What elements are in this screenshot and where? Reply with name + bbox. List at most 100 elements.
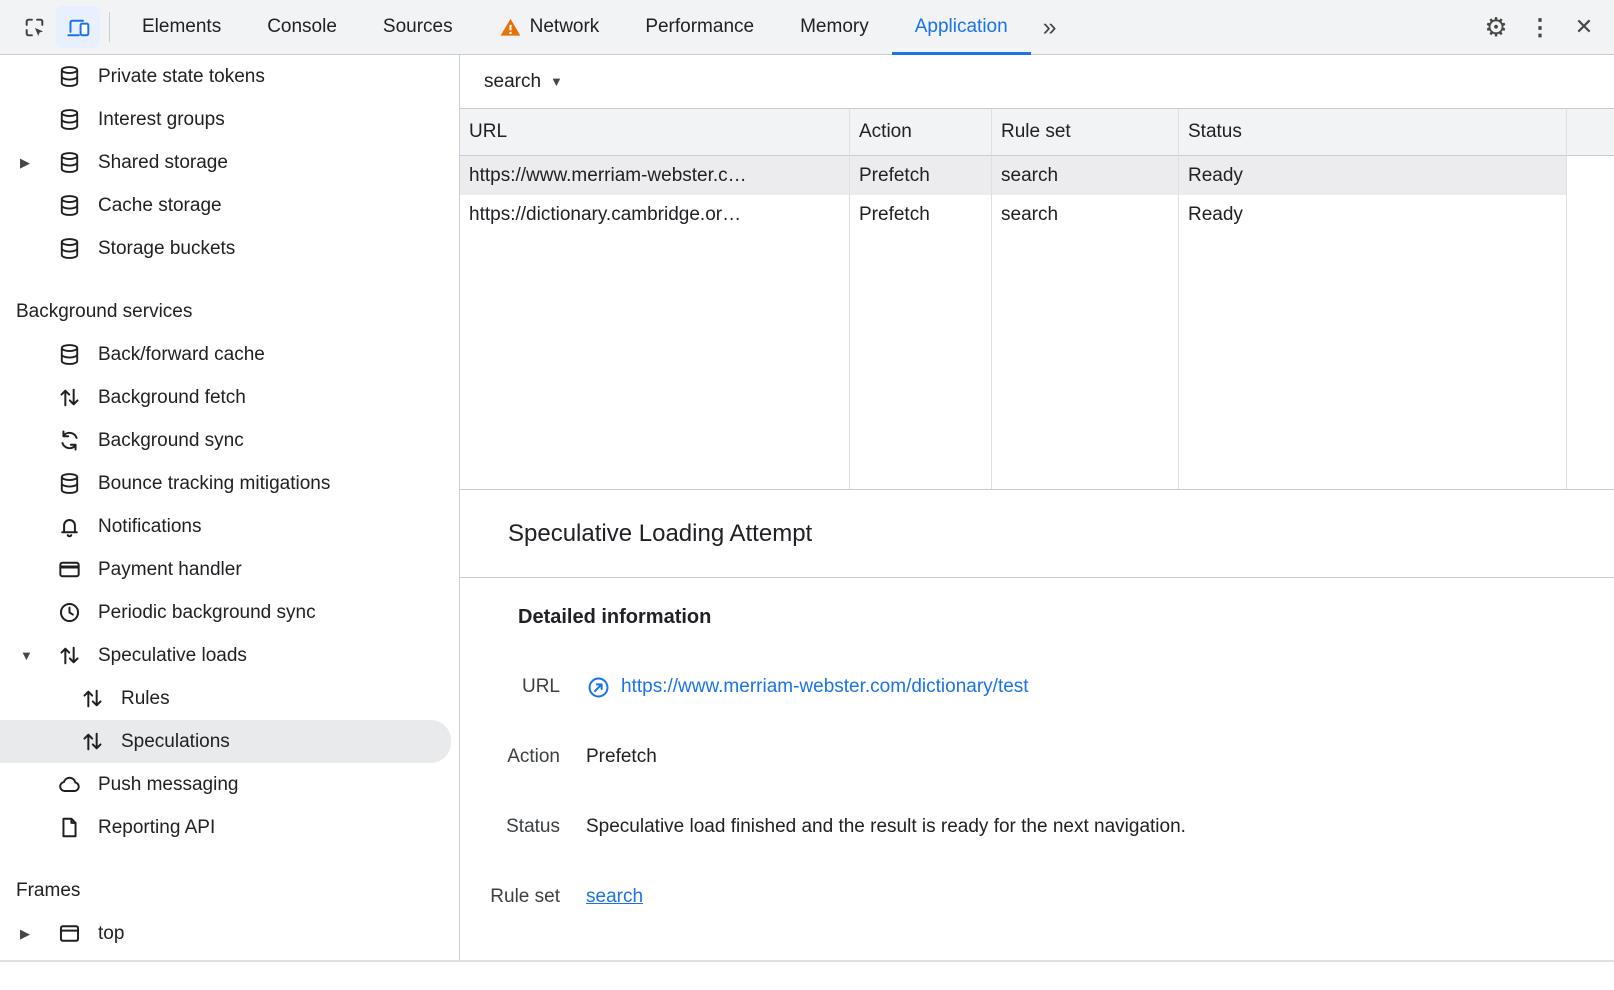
device-toolbar-icon <box>66 15 91 40</box>
attempt-details: Detailed information URL https://www.mer… <box>460 578 1614 960</box>
table-row-cell-status[interactable]: Ready <box>1179 156 1567 195</box>
sidebar-item-back-forward-cache[interactable]: Back/forward cache <box>0 333 451 376</box>
tab-label: Console <box>267 16 337 38</box>
sidebar-item-speculations[interactable]: Speculations <box>0 720 451 763</box>
tab-label: Memory <box>800 16 869 38</box>
speculations-table: URL Action Rule set Status https://www.m… <box>460 108 1614 490</box>
panel-tabs: Elements Console Sources Network Perform… <box>119 0 1069 55</box>
sidebar-item-speculative-loads[interactable]: ▼ Speculative loads <box>0 634 451 677</box>
column-header-filler <box>1567 109 1614 156</box>
sidebar-item-background-fetch[interactable]: Background fetch <box>0 376 451 419</box>
column-header-status: Status <box>1179 109 1567 156</box>
ruleset-filter-value: search <box>484 71 541 93</box>
table-row-cell-action[interactable]: Prefetch <box>850 195 992 234</box>
three-dot-menu-icon: ⋮ <box>1529 14 1552 41</box>
more-tabs-chevron-icon: » <box>1043 13 1057 42</box>
table-row-cell-action[interactable]: Prefetch <box>850 156 992 195</box>
tab-label: Network <box>530 16 600 38</box>
application-panel-body: Private state tokens Interest groups ▶ S… <box>0 55 1614 962</box>
more-tabs-button[interactable]: » <box>1031 0 1069 55</box>
attempt-section-title: Speculative Loading Attempt <box>460 490 1614 578</box>
sidebar-item-notifications[interactable]: Notifications <box>0 505 451 548</box>
sidebar-item-label: Rules <box>121 688 170 710</box>
sync-icon <box>57 428 82 453</box>
table-empty-area <box>1567 234 1614 489</box>
table-row-cell-url[interactable]: https://www.merriam-webster.c… <box>460 156 850 195</box>
open-url-icon[interactable] <box>586 675 611 700</box>
sidebar-item-top-frame[interactable]: ▶ top <box>0 912 451 955</box>
network-warning-icon <box>499 16 522 39</box>
tab-elements[interactable]: Elements <box>119 0 244 55</box>
sidebar-item-label: Back/forward cache <box>98 344 265 366</box>
sidebar-item-label: Interest groups <box>98 109 225 131</box>
sidebar-item-label: top <box>98 923 124 945</box>
action-value: Prefetch <box>586 744 657 770</box>
sidebar-item-reporting-api[interactable]: Reporting API <box>0 806 451 849</box>
customize-menu-button[interactable]: ⋮ <box>1518 6 1562 48</box>
tab-sources[interactable]: Sources <box>360 0 476 55</box>
detail-field-url: URL https://www.merriam-webster.com/dict… <box>460 674 1614 700</box>
application-sidebar: Private state tokens Interest groups ▶ S… <box>0 55 460 960</box>
cloud-icon <box>57 772 82 797</box>
tree-collapse-arrow-icon[interactable]: ▼ <box>20 649 57 662</box>
devtools-window: Elements Console Sources Network Perform… <box>0 0 1614 990</box>
database-icon <box>57 193 82 218</box>
database-icon <box>57 342 82 367</box>
detail-field-action: Action Prefetch <box>460 744 1614 770</box>
toggle-device-toolbar-button[interactable] <box>56 6 100 48</box>
table-row-cell-rule-set[interactable]: search <box>992 195 1179 234</box>
table-row-filler <box>1567 156 1614 195</box>
sidebar-item-shared-storage[interactable]: ▶ Shared storage <box>0 141 451 184</box>
tree-expand-arrow-icon[interactable]: ▶ <box>20 927 57 940</box>
field-label-url: URL <box>460 674 560 700</box>
sidebar-item-label: Speculative loads <box>98 645 247 667</box>
tree-expand-arrow-icon[interactable]: ▶ <box>20 156 57 169</box>
attempt-url-link[interactable]: https://www.merriam-webster.com/dictiona… <box>621 674 1029 700</box>
close-icon: ✕ <box>1575 14 1593 40</box>
database-icon <box>57 471 82 496</box>
sidebar-item-payment-handler[interactable]: Payment handler <box>0 548 451 591</box>
sidebar-item-background-sync[interactable]: Background sync <box>0 419 451 462</box>
sidebar-item-label: Notifications <box>98 516 202 538</box>
sidebar-item-label: Push messaging <box>98 774 238 796</box>
tab-memory[interactable]: Memory <box>777 0 892 55</box>
sidebar-item-private-state-tokens[interactable]: Private state tokens <box>0 55 451 98</box>
table-row-cell-url[interactable]: https://dictionary.cambridge.or… <box>460 195 850 234</box>
gear-icon: ⚙ <box>1484 12 1507 43</box>
table-empty-area <box>1179 234 1567 489</box>
ruleset-filter-dropdown[interactable]: search ▼ <box>460 55 1614 108</box>
field-label-rule-set: Rule set <box>460 884 560 910</box>
column-header-rule-set: Rule set <box>992 109 1179 156</box>
sidebar-item-bounce-tracking-mitigations[interactable]: Bounce tracking mitigations <box>0 462 451 505</box>
sidebar-item-label: Periodic background sync <box>98 602 316 624</box>
devtools-toolbar: Elements Console Sources Network Perform… <box>0 0 1614 55</box>
settings-button[interactable]: ⚙ <box>1474 6 1518 48</box>
tab-console[interactable]: Console <box>244 0 360 55</box>
sidebar-item-interest-groups[interactable]: Interest groups <box>0 98 451 141</box>
sidebar-item-label: Private state tokens <box>98 66 265 88</box>
tab-network[interactable]: Network <box>476 0 623 55</box>
inspect-element-button[interactable] <box>12 6 56 48</box>
sidebar-item-label: Bounce tracking mitigations <box>98 473 330 495</box>
tab-application[interactable]: Application <box>892 0 1031 55</box>
sidebar-item-cache-storage[interactable]: Cache storage <box>0 184 451 227</box>
table-empty-area <box>992 234 1179 489</box>
database-icon <box>57 64 82 89</box>
up-down-arrows-icon <box>57 643 82 668</box>
sidebar-item-label: Payment handler <box>98 559 242 581</box>
database-icon <box>57 107 82 132</box>
sidebar-item-rules[interactable]: Rules <box>0 677 451 720</box>
sidebar-item-storage-buckets[interactable]: Storage buckets <box>0 227 451 270</box>
rule-set-link[interactable]: search <box>586 884 643 910</box>
column-header-url: URL <box>460 109 850 156</box>
sidebar-item-periodic-background-sync[interactable]: Periodic background sync <box>0 591 451 634</box>
sidebar-item-push-messaging[interactable]: Push messaging <box>0 763 451 806</box>
table-row-cell-status[interactable]: Ready <box>1179 195 1567 234</box>
close-devtools-button[interactable]: ✕ <box>1562 6 1606 48</box>
tab-label: Sources <box>383 16 453 38</box>
table-row-cell-rule-set[interactable]: search <box>992 156 1179 195</box>
column-header-action: Action <box>850 109 992 156</box>
payment-card-icon <box>57 557 82 582</box>
tab-performance[interactable]: Performance <box>622 0 777 55</box>
toolbar-divider <box>109 12 110 42</box>
